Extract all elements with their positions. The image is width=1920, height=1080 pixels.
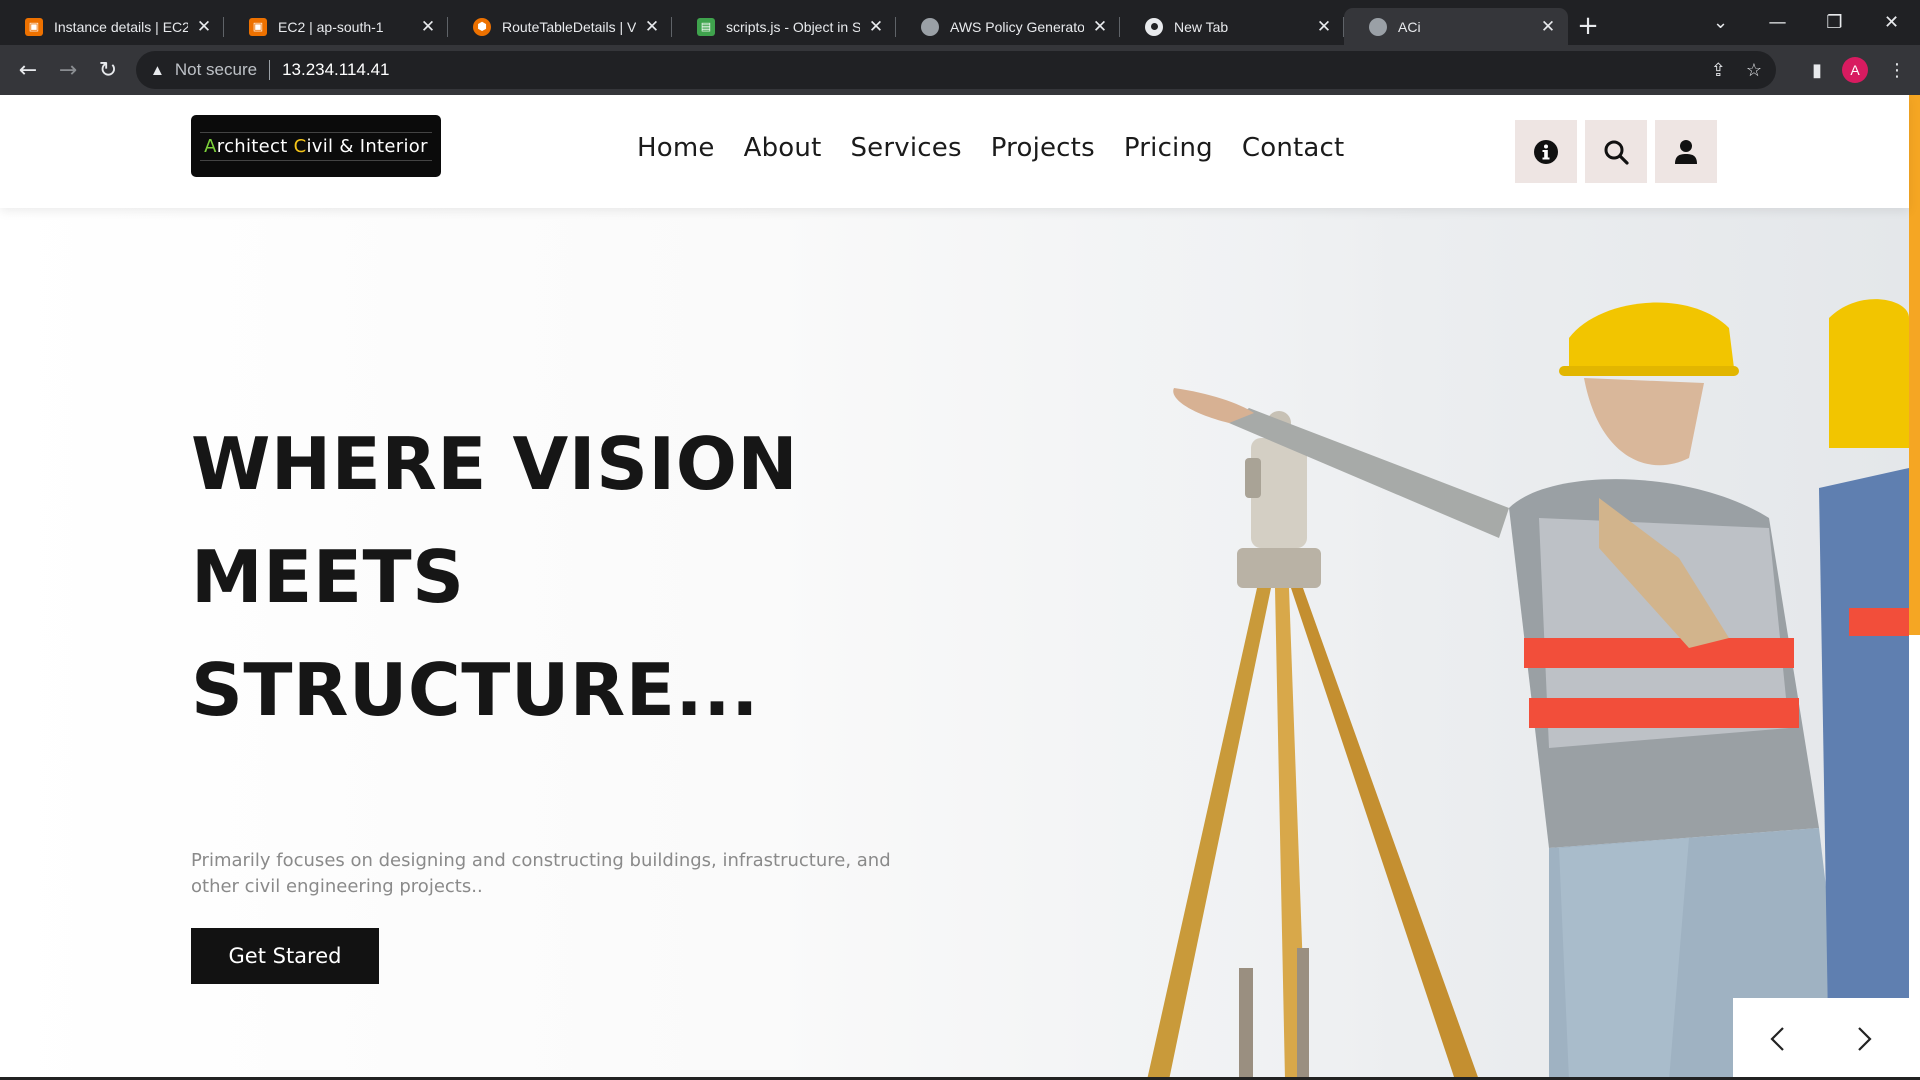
tab-title: scripts.js - Object in S <box>726 18 860 35</box>
tab-search-icon[interactable]: ⌄ <box>1692 12 1749 33</box>
logo-letter: A <box>204 135 217 157</box>
hero-title-line: MEETS <box>191 535 465 619</box>
next-slide-button[interactable] <box>1840 1014 1890 1064</box>
header-icon-buttons <box>1515 120 1717 183</box>
back-icon[interactable]: ← <box>8 58 48 83</box>
logo-letter: C <box>293 135 307 157</box>
user-button[interactable] <box>1655 120 1717 183</box>
browser-tab[interactable]: AWS Policy Generato ✕ <box>896 8 1120 45</box>
chrome-icon <box>1145 17 1163 36</box>
nav-link-projects[interactable]: Projects <box>991 133 1095 163</box>
hero-title: WHERE VISION MEETS STRUCTURE... <box>191 408 811 747</box>
chevron-left-icon <box>1770 1027 1784 1051</box>
minimize-icon[interactable]: — <box>1749 12 1806 33</box>
browser-tab[interactable]: ▣ Instance details | EC2 ✕ <box>0 8 224 45</box>
restore-icon[interactable]: ❐ <box>1806 12 1863 33</box>
search-icon <box>1604 140 1629 165</box>
close-icon[interactable]: ✕ <box>1092 17 1108 37</box>
omnibox-actions: ⇪ ☆ <box>1711 60 1762 81</box>
bookmark-star-icon[interactable]: ☆ <box>1746 60 1762 81</box>
security-status[interactable]: Not secure <box>175 60 257 80</box>
hero-title-line: WHERE VISION <box>191 422 799 506</box>
logo-word: rchitect <box>216 135 294 157</box>
browser-tab-strip: ▣ Instance details | EC2 ✕ ▣ EC2 | ap-so… <box>0 0 1920 45</box>
close-icon[interactable]: ✕ <box>1316 17 1332 37</box>
aws-s3-icon: ▤ <box>697 17 715 36</box>
browser-tab-active[interactable]: ACi ✕ <box>1344 8 1568 45</box>
aws-ec2-icon: ▣ <box>25 17 43 36</box>
url-text[interactable]: 13.234.114.41 <box>282 60 389 80</box>
reload-icon[interactable]: ↻ <box>88 58 128 83</box>
close-icon[interactable]: ✕ <box>644 17 660 37</box>
logo-word: ivil & Interior <box>306 135 428 157</box>
nav-link-services[interactable]: Services <box>850 133 961 163</box>
share-icon[interactable]: ⇪ <box>1711 60 1726 81</box>
web-page: Architect Civil & Interior Home About Se… <box>0 95 1920 1080</box>
nav-link-contact[interactable]: Contact <box>1242 133 1345 163</box>
info-button[interactable] <box>1515 120 1577 183</box>
browser-tab[interactable]: ▤ scripts.js - Object in S ✕ <box>672 8 896 45</box>
user-icon <box>1675 139 1697 164</box>
nav-link-about[interactable]: About <box>744 133 822 163</box>
close-icon[interactable]: ✕ <box>1540 17 1556 37</box>
nav-link-pricing[interactable]: Pricing <box>1124 133 1213 163</box>
site-header: Architect Civil & Interior Home About Se… <box>0 95 1909 208</box>
globe-icon <box>921 17 939 36</box>
chevron-right-icon <box>1858 1027 1872 1051</box>
close-icon[interactable]: ✕ <box>196 17 212 37</box>
browser-tab[interactable]: ▣ EC2 | ap-south-1 ✕ <box>224 8 448 45</box>
globe-icon <box>1369 17 1387 36</box>
get-started-button[interactable]: Get Stared <box>191 928 379 984</box>
window-close-icon[interactable]: ✕ <box>1863 12 1920 33</box>
forward-icon[interactable]: → <box>48 58 88 83</box>
address-bar[interactable]: ▲ Not secure 13.234.114.41 ⇪ ☆ <box>136 51 1776 89</box>
tab-title: ACi <box>1398 18 1421 35</box>
tab-title: Instance details | EC2 <box>54 18 188 35</box>
scroll-indicator[interactable] <box>1909 95 1920 635</box>
hero-subtitle: Primarily focuses on designing and const… <box>191 850 891 897</box>
hero-title-line: STRUCTURE... <box>191 648 759 732</box>
toolbar-actions: ▮ A ⋮ <box>1812 45 1906 95</box>
tab-title: New Tab <box>1174 18 1229 35</box>
browser-tab[interactable]: ⬢ RouteTableDetails | V ✕ <box>448 8 672 45</box>
warning-icon[interactable]: ▲ <box>150 62 165 79</box>
menu-kebab-icon[interactable]: ⋮ <box>1888 60 1906 81</box>
info-icon <box>1534 139 1558 164</box>
side-panel-icon[interactable]: ▮ <box>1812 60 1822 81</box>
site-logo[interactable]: Architect Civil & Interior <box>191 115 441 177</box>
tab-title: RouteTableDetails | V <box>502 18 636 35</box>
window-controls: ⌄ — ❐ ✕ <box>1692 0 1920 45</box>
slider-controls <box>1733 998 1909 1080</box>
tab-title: AWS Policy Generato <box>950 18 1084 35</box>
browser-tab[interactable]: New Tab ✕ <box>1120 8 1344 45</box>
new-tab-icon[interactable]: + <box>1568 11 1608 41</box>
close-icon[interactable]: ✕ <box>868 17 884 37</box>
profile-avatar[interactable]: A <box>1842 57 1868 83</box>
divider <box>269 60 271 80</box>
tab-title: EC2 | ap-south-1 <box>278 18 384 35</box>
aws-vpc-icon: ⬢ <box>473 17 491 36</box>
hero-section: WHERE VISION MEETS STRUCTURE... Primaril… <box>0 208 1909 1080</box>
aws-ec2-icon: ▣ <box>249 17 267 36</box>
browser-toolbar: ← → ↻ ▲ Not secure 13.234.114.41 ⇪ ☆ ▮ A… <box>0 45 1920 95</box>
hero-background-image <box>1129 208 1909 1080</box>
logo-text: Architect Civil & Interior <box>200 131 432 161</box>
main-nav: Home About Services Projects Pricing Con… <box>637 133 1344 163</box>
search-button[interactable] <box>1585 120 1647 183</box>
nav-link-home[interactable]: Home <box>637 133 715 163</box>
prev-slide-button[interactable] <box>1752 1014 1802 1064</box>
close-icon[interactable]: ✕ <box>420 17 436 37</box>
